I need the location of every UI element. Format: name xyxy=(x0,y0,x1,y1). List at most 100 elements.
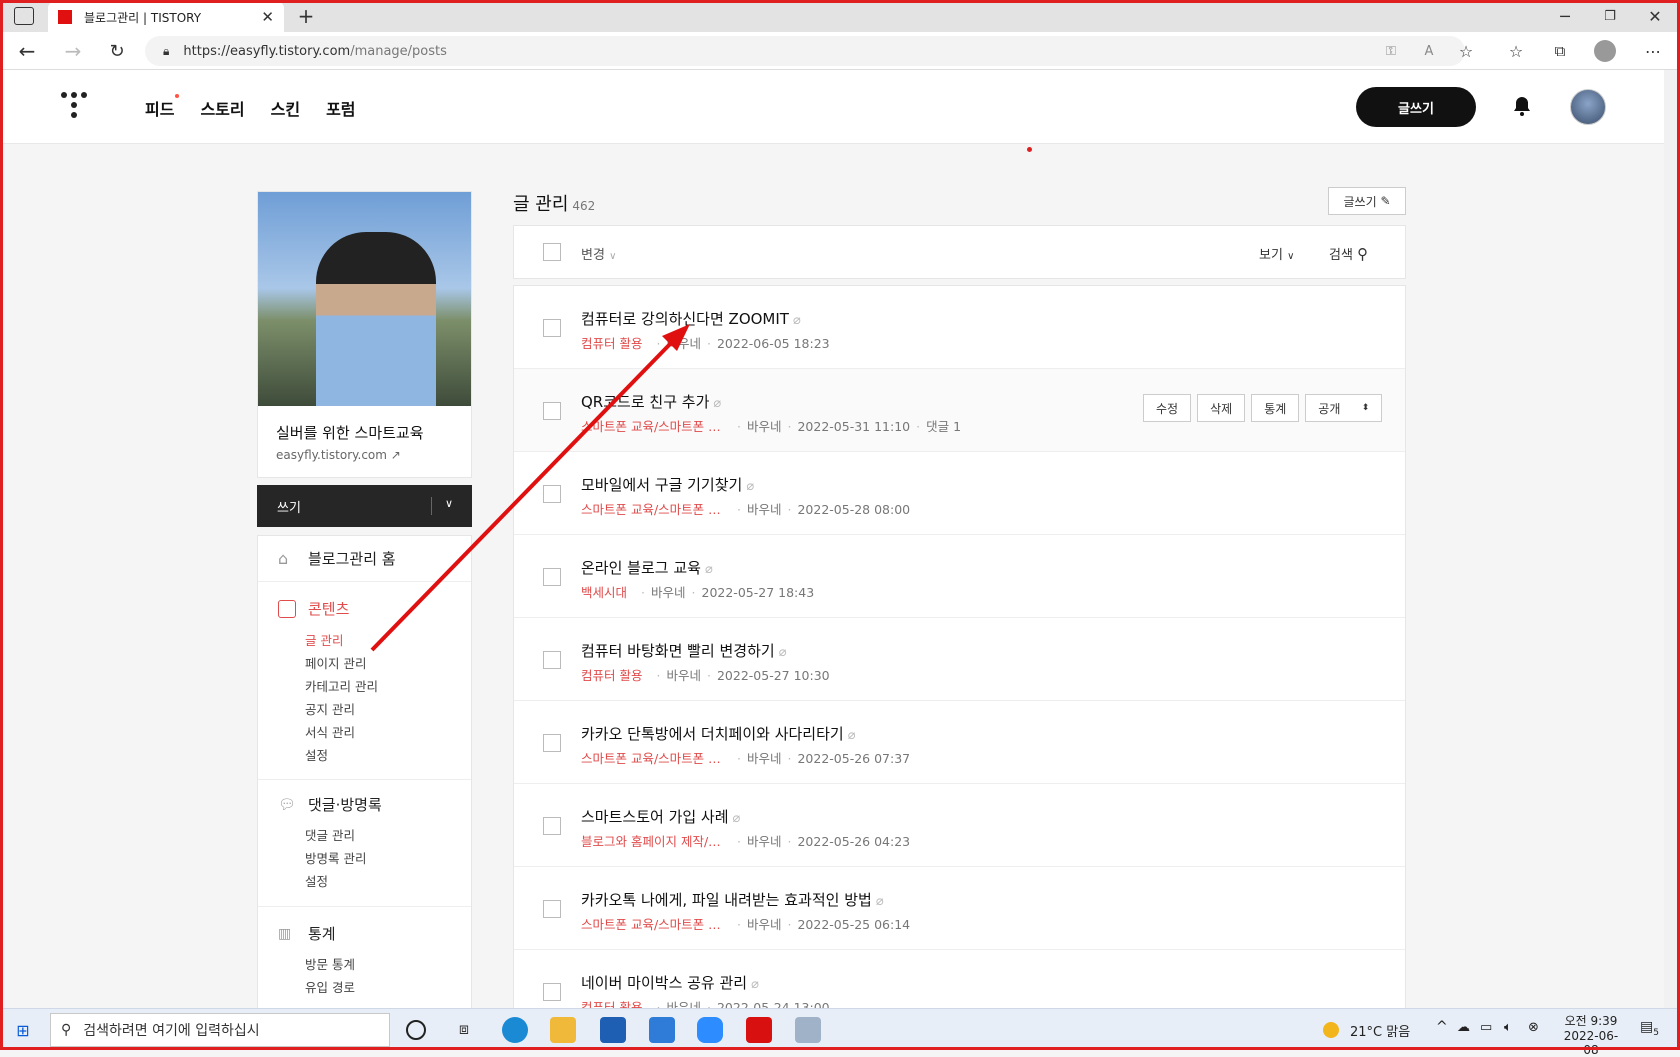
close-tab-icon[interactable]: ✕ xyxy=(261,8,274,26)
menu-comments[interactable]: 💬︎ 댓글·방명록 xyxy=(278,794,382,815)
windows-start-icon[interactable]: ⊞ xyxy=(14,1021,32,1040)
post-row[interactable]: 온라인 블로그 교육 ⌀ 백세시대 · 바우네 · 2022-05-27 18:43 xyxy=(514,535,1405,618)
post-category[interactable]: 컴퓨터 활용 xyxy=(581,333,642,352)
file-explorer-icon[interactable] xyxy=(550,1017,576,1043)
post-checkbox[interactable] xyxy=(543,402,561,420)
delete-button[interactable]: 삭제 xyxy=(1197,394,1246,422)
post-row[interactable]: 모바일에서 구글 기기찾기 ⌀ 스마트폰 교육/스마트폰 … · 바우네 · 2022-0… xyxy=(514,452,1405,535)
collections-icon[interactable]: ⧉ xyxy=(1550,41,1570,61)
search-button[interactable]: 검색 ⚲ xyxy=(1329,244,1368,263)
post-row[interactable]: QR코드로 친구 추가 ⌀ 스마트폰 교육/스마트폰 … · 바우네 · 2022-05-… xyxy=(514,369,1405,452)
menu-home[interactable]: ⌂ 블로그관리 홈 xyxy=(278,548,396,569)
monitor-icon[interactable]: ▭ xyxy=(1480,1020,1492,1035)
notification-icon[interactable]: ▤5 xyxy=(1640,1019,1659,1038)
address-bar[interactable]: 🔒︎ https://easyfly.tistory.com/manage/po… xyxy=(145,36,1465,66)
menu-contents-settings[interactable]: 설정 xyxy=(305,745,328,764)
key-icon[interactable]: ⚿ xyxy=(1382,42,1400,60)
menu-template-manage[interactable]: 서식 관리 xyxy=(305,722,355,741)
post-category[interactable]: 스마트폰 교육/스마트폰 … xyxy=(581,499,731,518)
nav-forum[interactable]: 포럼 xyxy=(326,96,355,120)
post-title[interactable]: 스마트스토어 가입 사례 ⌀ xyxy=(581,806,740,827)
change-dropdown[interactable]: 변경 ∨ xyxy=(581,244,616,263)
post-row[interactable]: 네이버 마이박스 공유 관리 ⌀ 컴퓨터 활용 · 바우네 · 2022-05-24 13… xyxy=(514,950,1405,1009)
favorites-icon[interactable]: ☆ xyxy=(1506,41,1526,61)
post-row[interactable]: 스마트스토어 가입 사례 ⌀ 블로그와 홈페이지 제작/… · 바우네 · 2022-05… xyxy=(514,784,1405,867)
post-checkbox[interactable] xyxy=(543,651,561,669)
menu-comments-settings[interactable]: 설정 xyxy=(305,871,328,890)
post-category[interactable]: 백세시대 xyxy=(581,582,627,601)
menu-guestbook-manage[interactable]: 방명록 관리 xyxy=(305,848,366,867)
weather-text[interactable]: 21°C 맑음 xyxy=(1350,1021,1410,1040)
remote-app-icon[interactable] xyxy=(795,1017,821,1043)
minimize-icon[interactable]: ─ xyxy=(1555,4,1575,28)
menu-comment-manage[interactable]: 댓글 관리 xyxy=(305,825,355,844)
post-title[interactable]: 컴퓨터 바탕화면 빨리 변경하기 ⌀ xyxy=(581,640,787,661)
post-checkbox[interactable] xyxy=(543,485,561,503)
read-aloud-icon[interactable]: A xyxy=(1420,42,1438,60)
tray-chevron-icon[interactable]: ^ xyxy=(1436,1019,1448,1035)
refresh-icon[interactable]: ↻ xyxy=(106,40,128,62)
post-category[interactable]: 스마트폰 교육/스마트폰 … xyxy=(581,416,731,435)
tab-actions-icon[interactable] xyxy=(14,7,34,25)
close-window-icon[interactable]: ✕ xyxy=(1645,4,1665,28)
bell-icon[interactable] xyxy=(1513,96,1531,120)
more-icon[interactable]: ⋯ xyxy=(1642,40,1664,62)
nav-skin[interactable]: 스킨 xyxy=(271,96,300,120)
tistory-logo-icon[interactable] xyxy=(61,92,87,122)
menu-category-manage[interactable]: 카테고리 관리 xyxy=(305,676,378,695)
blog-url[interactable]: easyfly.tistory.com ↗ xyxy=(276,448,401,462)
post-checkbox[interactable] xyxy=(543,817,561,835)
menu-page-manage[interactable]: 페이지 관리 xyxy=(305,653,366,672)
task-view-icon[interactable]: ⧈ xyxy=(454,1019,474,1039)
post-checkbox[interactable] xyxy=(543,734,561,752)
post-title[interactable]: 카카오 단톡방에서 더치페이와 사다리타기 ⌀ xyxy=(581,723,856,744)
nav-story[interactable]: 스토리 xyxy=(200,96,244,120)
post-title[interactable]: 컴퓨터로 강의하신다면 ZOOMIT ⌀ xyxy=(581,308,801,329)
network-icon[interactable]: ☁︎ xyxy=(1457,1020,1470,1035)
red-app-icon[interactable] xyxy=(746,1017,772,1043)
post-title[interactable]: 카카오톡 나에게, 파일 내려받는 효과적인 방법 ⌀ xyxy=(581,889,884,910)
clock[interactable]: 오전 9:39 2022-06-08 xyxy=(1561,1012,1621,1057)
menu-referrer[interactable]: 유입 경로 xyxy=(305,977,355,996)
stats-button[interactable]: 통계 xyxy=(1251,394,1300,422)
select-all-checkbox[interactable] xyxy=(543,243,561,261)
post-row[interactable]: 컴퓨터로 강의하신다면 ZOOMIT ⌀ 컴퓨터 활용 · 바우네 · 2022-06-0… xyxy=(514,286,1405,369)
post-title[interactable]: 온라인 블로그 교육 ⌀ xyxy=(581,557,713,578)
header-write-button[interactable]: 글쓰기 xyxy=(1356,87,1476,127)
restore-icon[interactable]: ❐ xyxy=(1600,4,1620,28)
menu-notice-manage[interactable]: 공지 관리 xyxy=(305,699,355,718)
sidebar-write-button[interactable]: 쓰기 ∨ xyxy=(257,485,472,527)
chevron-down-icon[interactable]: ∨ xyxy=(445,497,453,510)
post-row[interactable]: 컴퓨터 바탕화면 빨리 변경하기 ⌀ 컴퓨터 활용 · 바우네 · 2022-05-27 … xyxy=(514,618,1405,701)
forward-icon[interactable]: → xyxy=(62,39,84,63)
post-checkbox[interactable] xyxy=(543,568,561,586)
visibility-select[interactable]: 공개 ⬍ xyxy=(1305,394,1383,422)
post-category[interactable]: 스마트폰 교육/스마트폰 … xyxy=(581,748,731,767)
cortana-icon[interactable] xyxy=(406,1020,426,1040)
post-row[interactable]: 카카오 단톡방에서 더치페이와 사다리타기 ⌀ 스마트폰 교육/스마트폰 … · 바우… xyxy=(514,701,1405,784)
taskbar-search[interactable]: ⚲ 검색하려면 여기에 입력하십시 xyxy=(50,1013,390,1047)
post-title[interactable]: 모바일에서 구글 기기찾기 ⌀ xyxy=(581,474,754,495)
post-row[interactable]: 카카오톡 나에게, 파일 내려받는 효과적인 방법 ⌀ 스마트폰 교육/스마트폰 … xyxy=(514,867,1405,950)
post-checkbox[interactable] xyxy=(543,900,561,918)
new-tab-icon[interactable]: + xyxy=(296,4,316,28)
page-scrollbar[interactable] xyxy=(1664,70,1680,1008)
post-category[interactable]: 컴퓨터 활용 xyxy=(581,665,642,684)
mail-app-icon[interactable] xyxy=(649,1017,675,1043)
post-category[interactable]: 블로그와 홈페이지 제작/… xyxy=(581,831,731,850)
post-title[interactable]: QR코드로 친구 추가 ⌀ xyxy=(581,391,721,412)
store-app-icon[interactable] xyxy=(600,1017,626,1043)
menu-contents[interactable]: 콘텐츠 xyxy=(278,598,349,619)
edge-app-icon[interactable] xyxy=(502,1017,528,1043)
volume-icon[interactable]: 🔈︎ xyxy=(1504,1020,1512,1035)
back-icon[interactable]: ← xyxy=(16,39,38,63)
post-checkbox[interactable] xyxy=(543,983,561,1001)
edit-button[interactable]: 수정 xyxy=(1143,394,1192,422)
nav-feed[interactable]: 피드 xyxy=(145,94,180,120)
post-title[interactable]: 네이버 마이박스 공유 관리 ⌀ xyxy=(581,972,759,993)
main-write-button[interactable]: 글쓰기 ✎ xyxy=(1328,187,1406,215)
add-favorite-icon[interactable]: ☆ xyxy=(1456,41,1476,61)
zoom-app-icon[interactable] xyxy=(697,1017,723,1043)
post-checkbox[interactable] xyxy=(543,319,561,337)
menu-visit-stats[interactable]: 방문 통계 xyxy=(305,954,355,973)
